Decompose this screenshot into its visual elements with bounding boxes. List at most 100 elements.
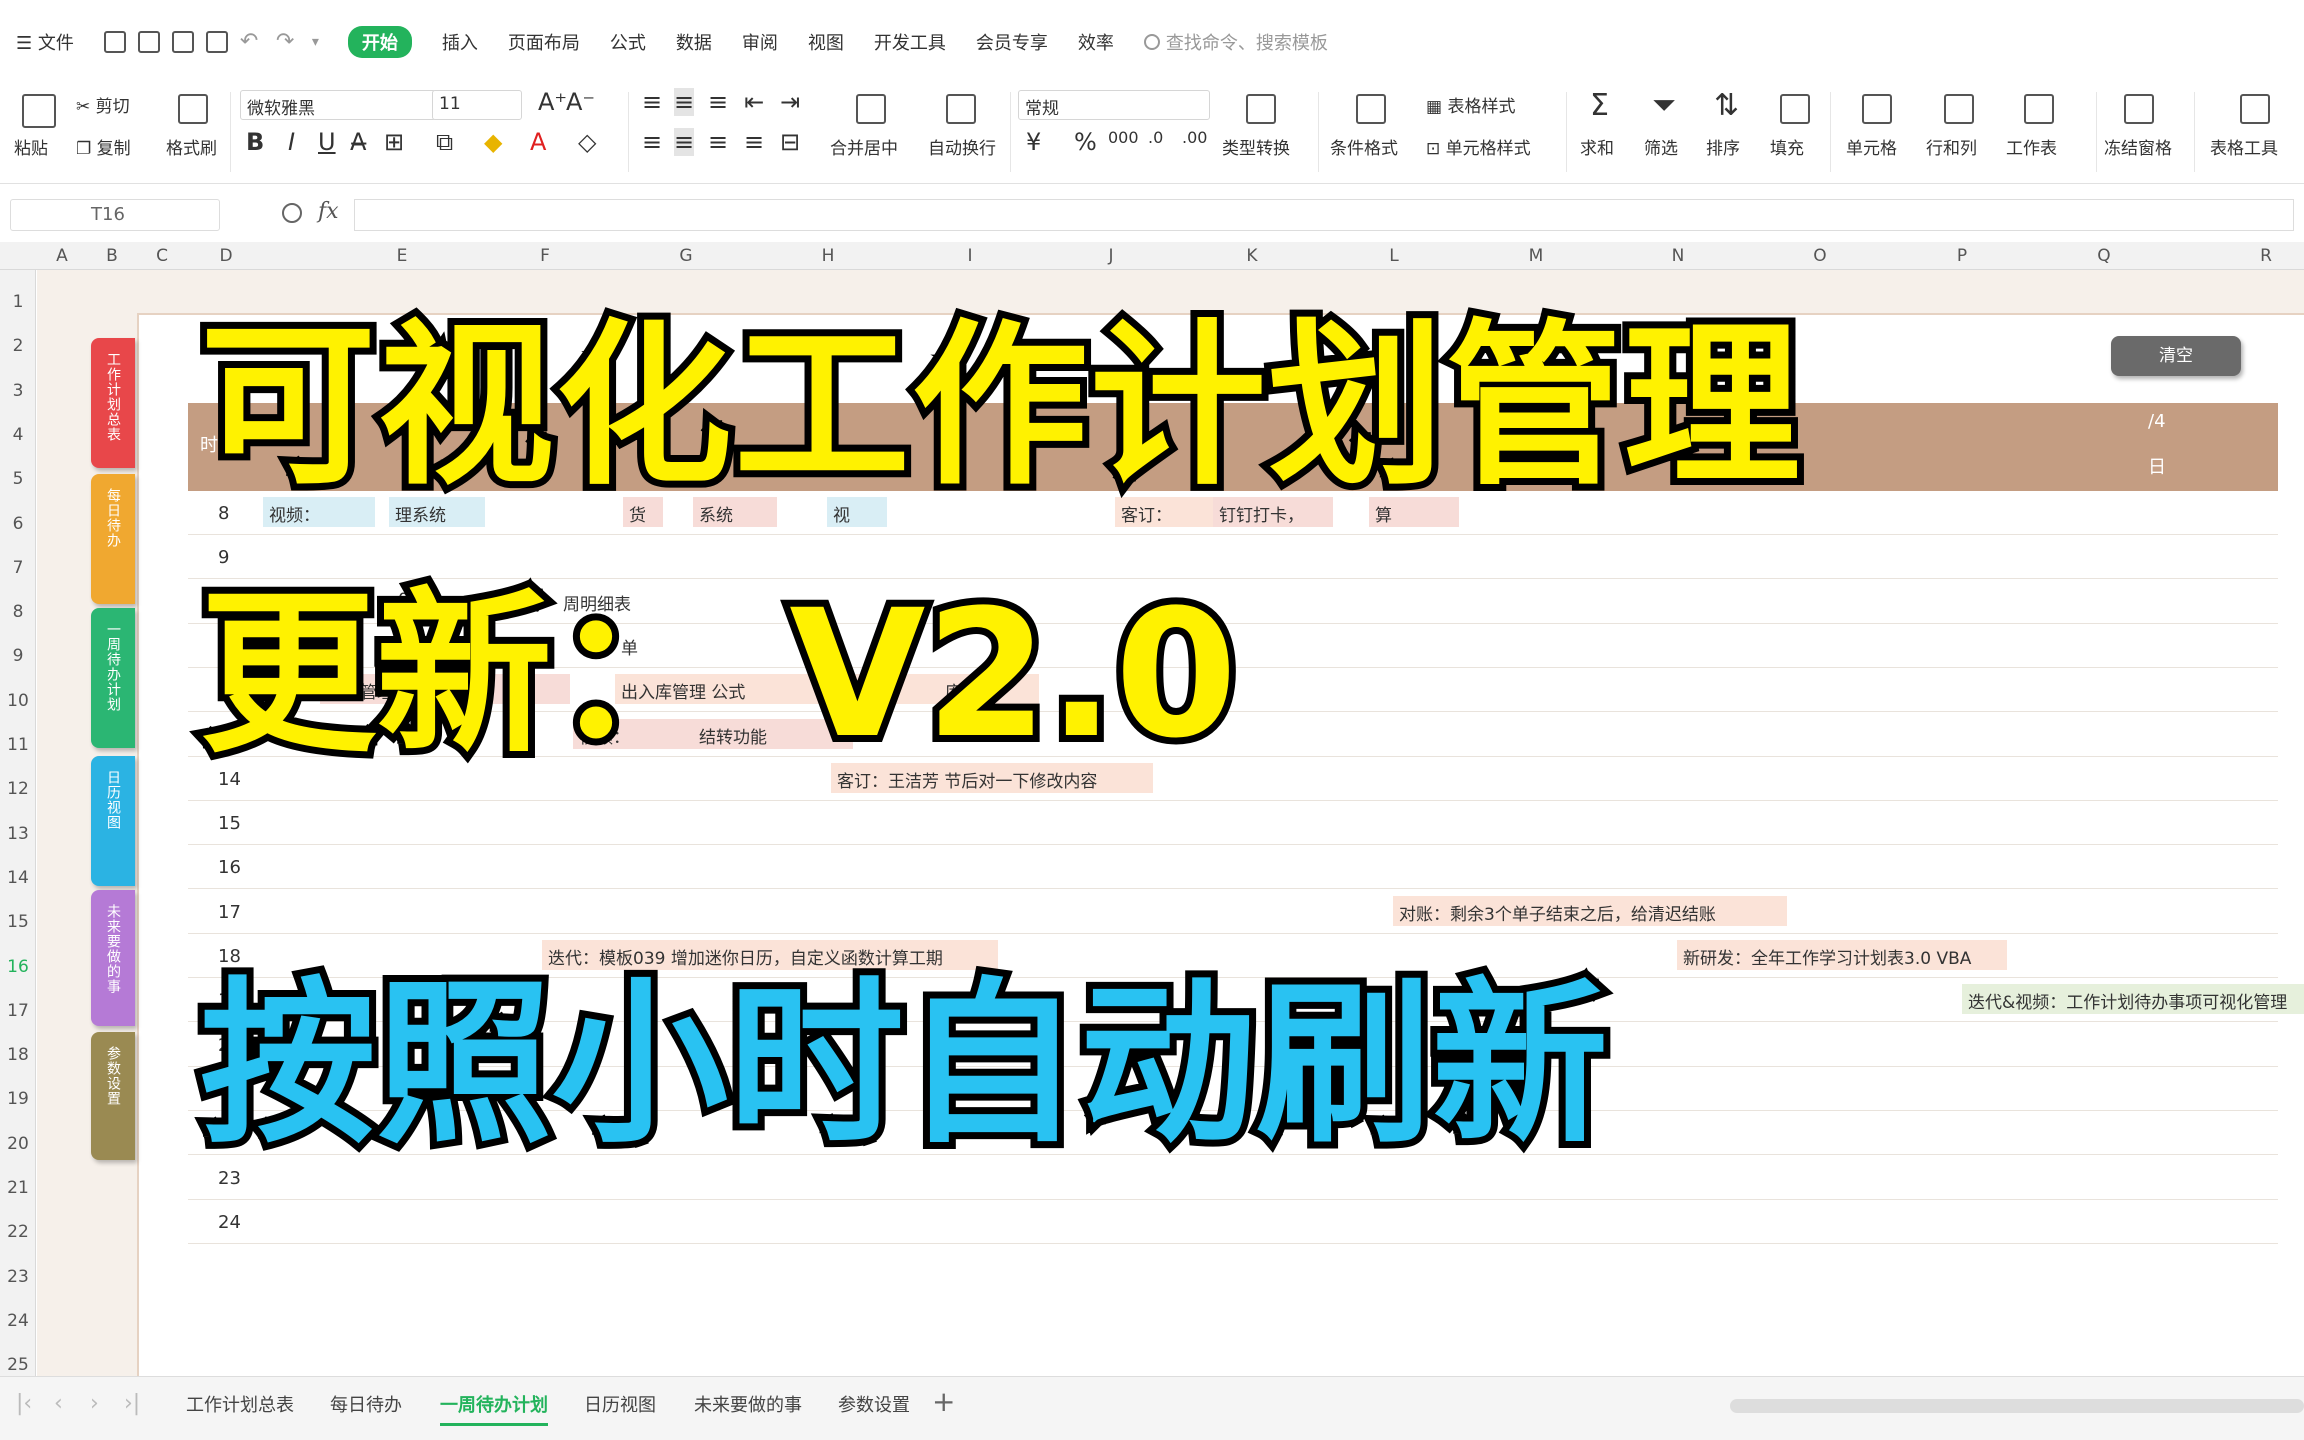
print-icon[interactable]	[171, 31, 194, 53]
column-header[interactable]: L	[1389, 246, 1398, 266]
tab-review[interactable]: 审阅	[742, 29, 778, 55]
cut-button[interactable]: ✂ 剪切	[76, 92, 130, 117]
tab-page-layout[interactable]: 页面布局	[508, 29, 580, 55]
row-header[interactable]: 25	[0, 1355, 36, 1375]
type-convert-icon[interactable]	[1246, 94, 1276, 124]
font-color-icon[interactable]: A	[530, 128, 546, 156]
sum-icon[interactable]: Σ	[1590, 88, 1609, 123]
increase-decimal-icon[interactable]: .0	[1148, 128, 1163, 147]
sort-icon[interactable]: ⇅	[1714, 88, 1739, 123]
justify-icon[interactable]: ≡	[744, 128, 764, 156]
row-header[interactable]: 7	[0, 558, 36, 578]
thousands-icon[interactable]: 000	[1108, 128, 1139, 147]
align-top-icon[interactable]: ≡	[642, 88, 662, 116]
add-sheet-button[interactable]: +	[932, 1385, 955, 1418]
filter-icon[interactable]: ⏷	[1652, 88, 1676, 123]
sidenav-tab[interactable]: 未来要做的事	[91, 890, 135, 1026]
increase-font-icon[interactable]: A⁺	[538, 88, 567, 116]
row-header[interactable]: 12	[0, 779, 36, 799]
freeze-panes-button[interactable]: 冻结窗格	[2104, 134, 2172, 159]
task-item[interactable]: 对账：剩余3个单子结束之后，给清迟结账	[1393, 895, 1787, 926]
align-center-icon[interactable]: ≡	[674, 128, 695, 156]
sidenav-tab[interactable]: 每日待办	[91, 474, 135, 604]
freeze-panes-icon[interactable]	[2124, 94, 2154, 124]
formula-input[interactable]	[354, 199, 2294, 231]
special-effects-icon[interactable]: ⧉	[436, 128, 453, 156]
conditional-format-icon[interactable]	[1356, 94, 1386, 124]
tab-efficiency[interactable]: 效率	[1078, 29, 1114, 55]
align-middle-icon[interactable]: ≡	[674, 88, 695, 116]
percent-icon[interactable]: %	[1074, 128, 1097, 156]
horizontal-scrollbar[interactable]	[1730, 1399, 2304, 1413]
save-icon[interactable]	[103, 31, 126, 53]
number-format-select[interactable]: 常规	[1018, 90, 1210, 120]
tab-developer[interactable]: 开发工具	[874, 29, 946, 55]
column-header[interactable]: Q	[2097, 246, 2110, 266]
wrap-text-icon[interactable]	[946, 94, 976, 124]
font-name-select[interactable]: 微软雅黑	[240, 90, 436, 120]
conditional-format-button[interactable]: 条件格式	[1330, 134, 1398, 159]
undo-icon[interactable]: ↶	[240, 31, 264, 53]
format-painter-icon[interactable]	[178, 94, 208, 124]
row-header[interactable]: 16	[0, 957, 36, 977]
column-header[interactable]: F	[540, 246, 550, 266]
clear-format-icon[interactable]: ◇	[578, 128, 596, 156]
column-header[interactable]: H	[822, 246, 835, 266]
column-header[interactable]: O	[1813, 246, 1826, 266]
sheet-tab[interactable]: 未来要做的事	[694, 1391, 802, 1417]
row-header[interactable]: 23	[0, 1267, 36, 1287]
sum-button[interactable]: 求和	[1580, 134, 1614, 159]
row-header[interactable]: 3	[0, 381, 36, 401]
row-header[interactable]: 24	[0, 1311, 36, 1331]
decrease-font-icon[interactable]: A⁻	[566, 88, 595, 116]
sidenav-tab[interactable]: 日历视图	[91, 756, 135, 886]
border-icon[interactable]: ⊞	[384, 128, 404, 156]
row-header[interactable]: 15	[0, 912, 36, 932]
tab-view[interactable]: 视图	[808, 29, 844, 55]
filter-button[interactable]: 筛选	[1644, 134, 1678, 159]
row-header[interactable]: 4	[0, 425, 36, 445]
column-header[interactable]: P	[1957, 246, 1967, 266]
fill-icon[interactable]	[1780, 94, 1810, 124]
font-size-select[interactable]: 11	[432, 90, 522, 120]
format-painter-button[interactable]: 格式刷	[166, 134, 217, 159]
tab-home[interactable]: 开始	[347, 26, 412, 58]
row-header[interactable]: 11	[0, 735, 36, 755]
row-header[interactable]: 14	[0, 868, 36, 888]
sheet-tab[interactable]: 一周待办计划	[440, 1391, 548, 1426]
paste-icon[interactable]	[22, 94, 56, 128]
row-header[interactable]: 22	[0, 1222, 36, 1242]
redo-icon[interactable]: ↷	[276, 31, 300, 53]
type-convert-button[interactable]: 类型转换	[1222, 134, 1290, 159]
row-header[interactable]: 5	[0, 469, 36, 489]
row-header[interactable]: 10	[0, 691, 36, 711]
align-bottom-icon[interactable]: ≡	[708, 88, 728, 116]
table-style-button[interactable]: ▦ 表格样式	[1426, 92, 1515, 117]
cell-style-button[interactable]: ⊡ 单元格样式	[1426, 134, 1531, 159]
table-tools-icon[interactable]	[2240, 94, 2270, 124]
row-header[interactable]: 20	[0, 1134, 36, 1154]
next-sheet-icon[interactable]: ›	[90, 1391, 99, 1416]
row-header[interactable]: 19	[0, 1089, 36, 1109]
merge-center-button[interactable]: 合并居中	[830, 134, 898, 159]
row-header[interactable]: 9	[0, 646, 36, 666]
name-box[interactable]: T16	[10, 199, 220, 231]
underline-icon[interactable]: U	[318, 128, 336, 156]
paste-button[interactable]: 粘贴	[14, 134, 48, 159]
row-header[interactable]: 18	[0, 1045, 36, 1065]
column-header[interactable]: K	[1246, 246, 1257, 266]
first-sheet-icon[interactable]: |‹	[16, 1391, 32, 1416]
last-sheet-icon[interactable]: ›|	[124, 1391, 140, 1416]
task-item[interactable]: 新研发：全年工作学习计划表3.0 VBA	[1677, 940, 2007, 970]
print-preview-icon[interactable]	[205, 31, 228, 53]
column-header[interactable]: G	[679, 246, 692, 266]
indent-decrease-icon[interactable]: ⇤	[744, 88, 764, 116]
sidenav-tab[interactable]: 工作计划总表	[91, 338, 135, 468]
row-col-button[interactable]: 行和列	[1926, 134, 1977, 159]
chevron-down-icon[interactable]: ▾	[312, 31, 336, 53]
row-col-icon[interactable]	[1944, 94, 1974, 124]
fill-color-icon[interactable]: ◆	[484, 128, 502, 156]
distribute-icon[interactable]: ⊟	[780, 128, 800, 156]
fill-button[interactable]: 填充	[1770, 134, 1804, 159]
tab-member[interactable]: 会员专享	[976, 29, 1048, 55]
